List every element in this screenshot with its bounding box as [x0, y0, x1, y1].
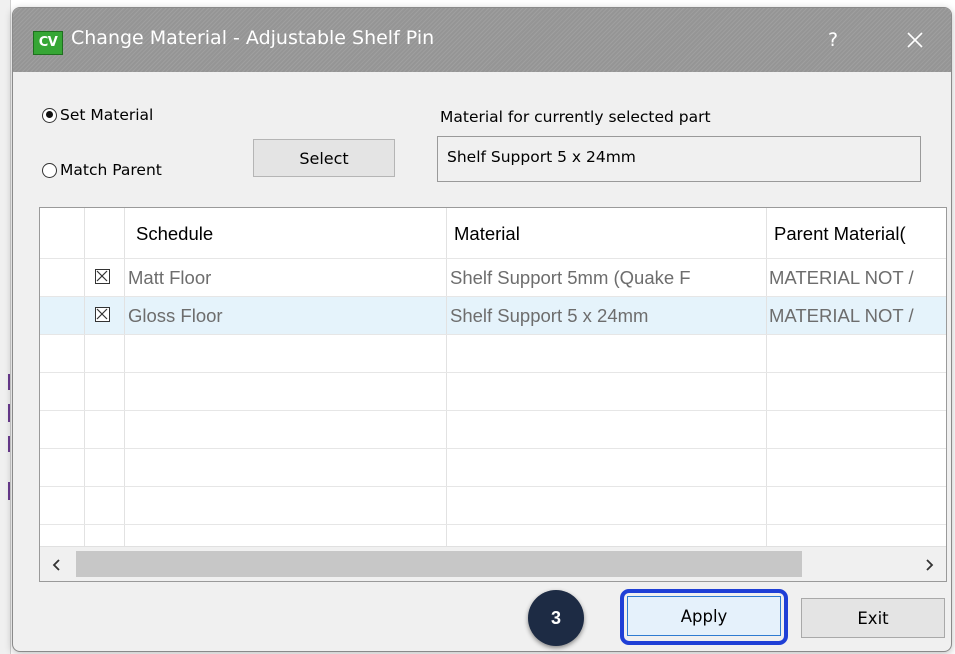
set-material-label: Set Material: [60, 106, 154, 124]
grid-divider: [40, 334, 946, 335]
dialog-title: Change Material - Adjustable Shelf Pin: [71, 27, 435, 49]
material-cell: Shelf Support 5 x 24mm: [450, 305, 649, 326]
column-header-parent-material[interactable]: Parent Material(: [774, 223, 946, 245]
grid-divider: [40, 448, 946, 449]
table-row[interactable]: Gloss Floor Shelf Support 5 x 24mm MATER…: [40, 296, 946, 334]
scroll-thumb[interactable]: [76, 551, 802, 577]
grid-divider: [40, 258, 946, 259]
match-parent-radio[interactable]: [42, 162, 57, 178]
chevron-left-icon: [52, 558, 60, 571]
row-checkbox[interactable]: [95, 269, 110, 284]
scroll-right-button[interactable]: [912, 547, 946, 581]
grid-divider: [40, 296, 946, 297]
current-material-field: Shelf Support 5 x 24mm: [437, 136, 921, 182]
close-icon: [907, 32, 923, 48]
help-button[interactable]: ?: [813, 24, 853, 56]
horizontal-scrollbar[interactable]: [40, 546, 946, 581]
match-parent-label: Match Parent: [60, 161, 162, 179]
desktop-mark: [8, 404, 10, 422]
checkbox-cross-icon: [96, 308, 108, 320]
apply-button[interactable]: Apply: [627, 596, 781, 636]
select-button[interactable]: Select: [253, 139, 395, 177]
parent-material-cell: MATERIAL NOT /: [769, 267, 914, 288]
column-header-schedule[interactable]: Schedule: [136, 223, 436, 245]
set-material-option[interactable]: Set Material: [42, 106, 153, 124]
change-material-dialog: CV Change Material - Adjustable Shelf Pi…: [12, 7, 952, 652]
set-material-radio[interactable]: [42, 107, 57, 123]
grid-divider: [40, 372, 946, 373]
grid-header-row: Schedule Material Parent Material(: [40, 208, 946, 258]
schedule-cell: Gloss Floor: [128, 305, 223, 326]
table-row[interactable]: Matt Floor Shelf Support 5mm (Quake F MA…: [40, 258, 946, 296]
close-button[interactable]: [891, 21, 939, 59]
grid-divider: [40, 486, 946, 487]
schedule-material-grid[interactable]: Schedule Material Parent Material( Matt …: [39, 207, 947, 582]
desktop-mark: [8, 374, 10, 390]
desktop-mark: [8, 436, 10, 452]
checkbox-cross-icon: [96, 270, 108, 282]
material-cell: Shelf Support 5mm (Quake F: [450, 267, 691, 288]
scroll-left-button[interactable]: [40, 547, 74, 581]
parent-material-cell: MATERIAL NOT /: [769, 305, 914, 326]
row-checkbox[interactable]: [95, 307, 110, 322]
match-parent-option[interactable]: Match Parent: [42, 161, 162, 179]
grid-divider: [40, 524, 946, 525]
chevron-right-icon: [926, 558, 934, 571]
column-header-material[interactable]: Material: [454, 223, 754, 245]
exit-button[interactable]: Exit: [801, 598, 945, 638]
current-material-label: Material for currently selected part: [440, 108, 711, 126]
desktop-mark: [8, 482, 10, 500]
step-number-badge: 3: [528, 590, 584, 646]
grid-divider: [40, 410, 946, 411]
title-bar[interactable]: CV Change Material - Adjustable Shelf Pi…: [13, 8, 951, 72]
desktop-background: [0, 0, 11, 654]
app-icon: CV: [33, 31, 63, 55]
schedule-cell: Matt Floor: [128, 267, 212, 288]
